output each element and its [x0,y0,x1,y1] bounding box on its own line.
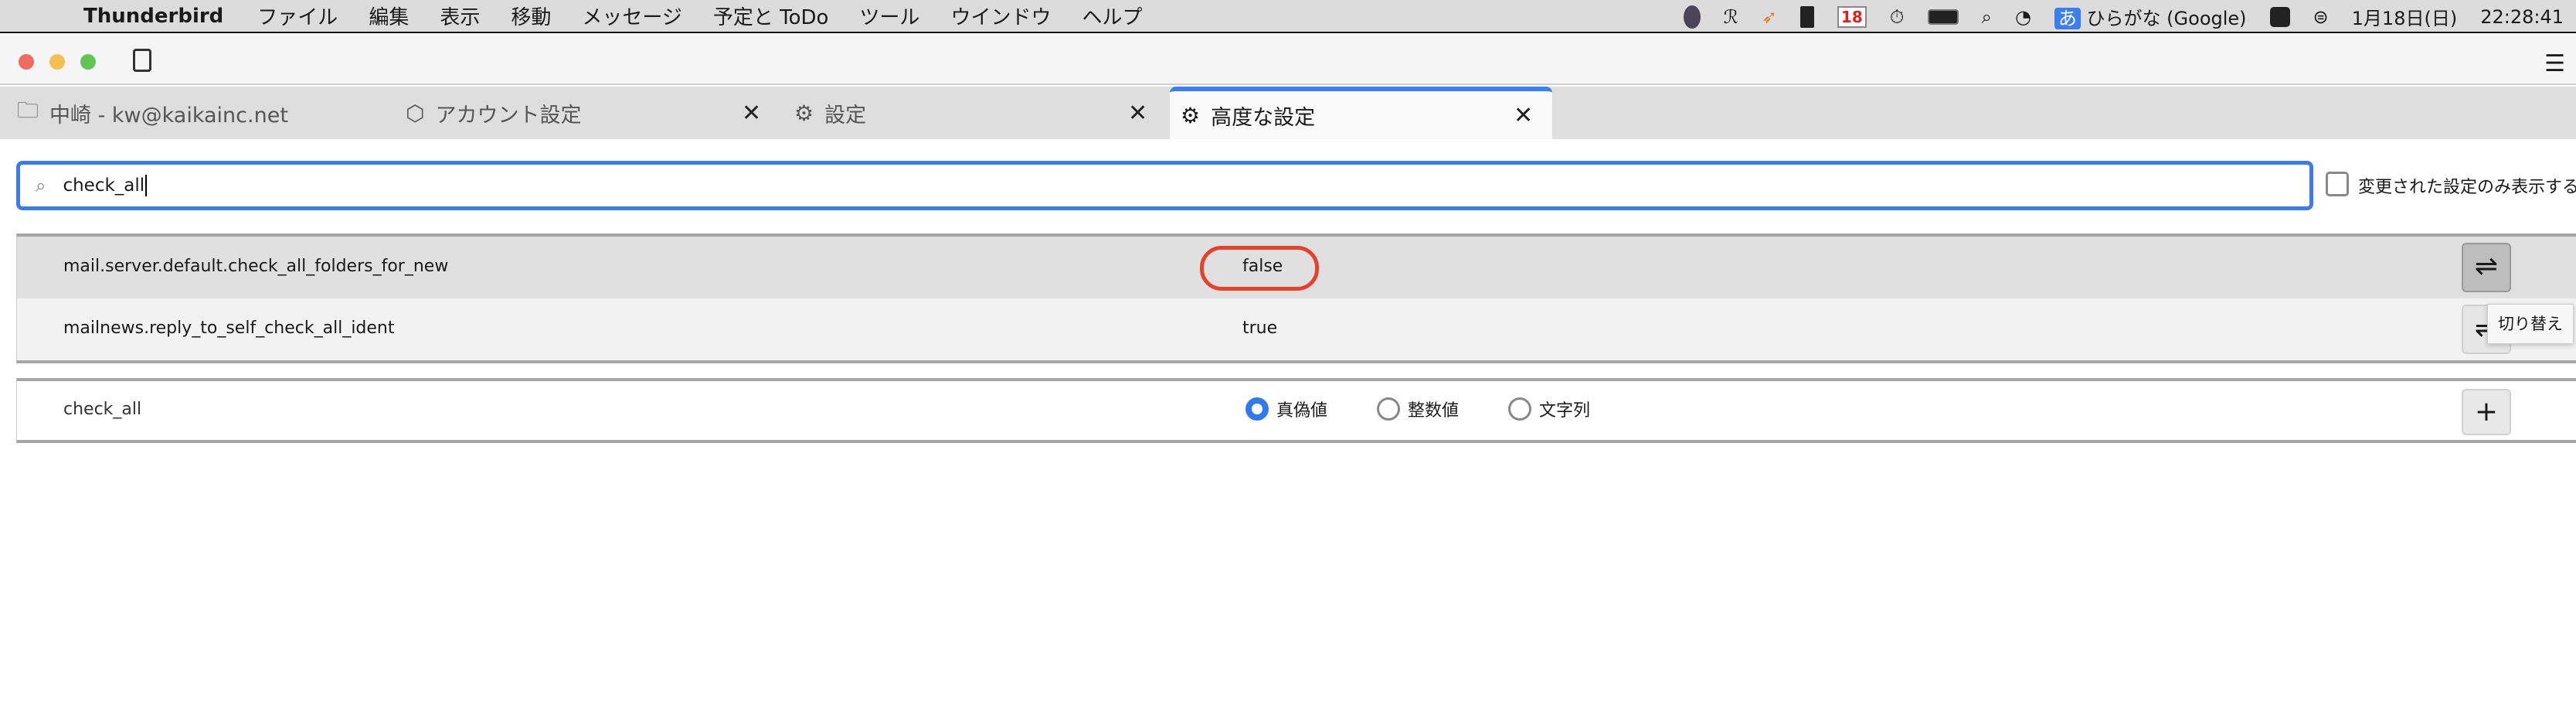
table-row[interactable]: mailnews.reply_to_self_check_all_ident t… [17,298,2576,360]
search-value: check_all [63,175,145,196]
tab-label: 中崎 - kw@kaikainc.net [49,103,288,128]
menu-file[interactable]: ファイル [257,2,338,30]
tab-mail-folder[interactable]: 🗀 中崎 - kw@kaikainc.net [17,87,380,139]
close-icon[interactable]: ✕ [1514,102,1533,129]
tab-bar: 🗀 中崎 - kw@kaikainc.net ⬡ アカウント設定 ✕ ⚙ 設定 ✕ ⚙… [0,87,2576,139]
control-center-icon[interactable]: ⊜ [2313,6,2329,28]
radio-string[interactable]: 文字列 [1508,397,1590,421]
ime-label[interactable]: ひらがな (Google) [2087,8,2247,29]
minimize-window-button[interactable] [49,54,65,70]
new-pref-name: check_all [63,400,142,419]
menu-window[interactable]: ウインドウ [950,2,1051,30]
add-button[interactable]: + [2462,389,2511,435]
pref-name: mailnews.reply_to_self_check_all_ident [63,319,395,338]
account-icon: ⬡ [406,100,425,126]
search-icon: ⌕ [36,175,46,196]
text-cursor [145,175,148,196]
tab-account-settings[interactable]: ⬡ アカウント設定 ✕ [406,87,777,139]
toggle-button[interactable]: ⇌ [2462,243,2511,292]
radio-number[interactable]: 整数値 [1377,397,1459,421]
barcode-icon[interactable] [2269,6,2290,27]
record-icon[interactable] [1683,5,1701,29]
menu-bar: Thunderbird ファイル 編集 表示 移動 メッセージ 予定と ToDo… [0,0,2576,33]
clock-date[interactable]: 1月18日(日) [2352,3,2458,30]
clipboard-icon[interactable] [1799,5,1814,28]
close-icon[interactable]: ✕ [1128,100,1147,127]
tooltip: 切り替え [2487,304,2574,344]
radio-boolean[interactable]: 真偽値 [1246,397,1327,421]
menu-help[interactable]: ヘルプ [1082,2,1142,30]
status-area: ℛ ➶ 18 ⏱ ⌕ ◔ あ ひらがな (Google) ⊜ 1月18日(日) … [1683,0,2564,33]
radio-label: 文字列 [1539,401,1591,421]
menu-go[interactable]: 移動 [511,2,551,30]
menu-message[interactable]: メッセージ [582,2,681,30]
search-input[interactable]: ⌕ check_all [16,161,2313,210]
table-row[interactable]: mail.server.default.check_all_folders_fo… [17,237,2576,298]
battery-icon[interactable] [1927,9,1959,25]
show-modified-label[interactable]: 変更された設定のみ表示する [2358,173,2576,198]
radio-dot[interactable] [1377,397,1400,421]
calendar-icon[interactable]: 18 [1837,5,1867,28]
prefs-table: mail.server.default.check_all_folders_fo… [16,233,2576,363]
title-bar: ☰ [0,35,2576,85]
script-icon[interactable]: ℛ [1724,6,1738,28]
tab-advanced-settings[interactable]: ⚙ 高度な設定 ✕ [1170,87,1552,139]
pref-name: mail.server.default.check_all_folders_fo… [63,257,449,276]
menu-tools[interactable]: ツール [859,2,919,30]
tab-label: 設定 [824,103,867,128]
pref-value[interactable]: false [1242,257,1283,276]
wifi-icon[interactable]: ◔ [2015,6,2031,28]
clock-time[interactable]: 22:28:41 [2480,6,2564,28]
search-icon[interactable]: ⌕ [1982,6,1992,28]
tab-label: アカウント設定 [435,103,582,128]
show-modified-checkbox[interactable] [2326,172,2349,196]
add-pref-row: check_all 真偽値 整数値 文字列 + [16,378,2576,443]
close-icon[interactable]: ✕ [742,100,761,127]
zoom-window-button[interactable] [80,54,96,70]
sidebar-toggle-icon[interactable] [133,49,151,72]
radio-dot[interactable] [1508,397,1531,421]
tab-label: 高度な設定 [1211,105,1316,130]
menu-events-tasks[interactable]: 予定と ToDo [713,2,829,30]
rocket-icon[interactable]: ➶ [1762,6,1777,28]
radio-label: 整数値 [1408,401,1460,421]
menu-edit[interactable]: 編集 [369,2,409,30]
time-machine-icon[interactable]: ⏱ [1890,6,1905,28]
menu-app-name[interactable]: Thunderbird [83,5,223,28]
radio-dot[interactable] [1246,397,1269,421]
pref-value[interactable]: true [1242,319,1277,338]
tab-settings[interactable]: ⚙ 設定 ✕ [794,87,1165,139]
gear-icon: ⚙ [794,100,814,126]
radio-label: 真偽値 [1276,401,1328,421]
ime-icon[interactable]: あ [2054,8,2081,29]
menu-view[interactable]: 表示 [440,2,480,30]
app-menu-icon[interactable]: ☰ [2544,50,2565,77]
gear-icon: ⚙ [1181,102,1201,128]
close-window-button[interactable] [19,54,34,70]
folder-icon: 🗀 [17,97,39,123]
